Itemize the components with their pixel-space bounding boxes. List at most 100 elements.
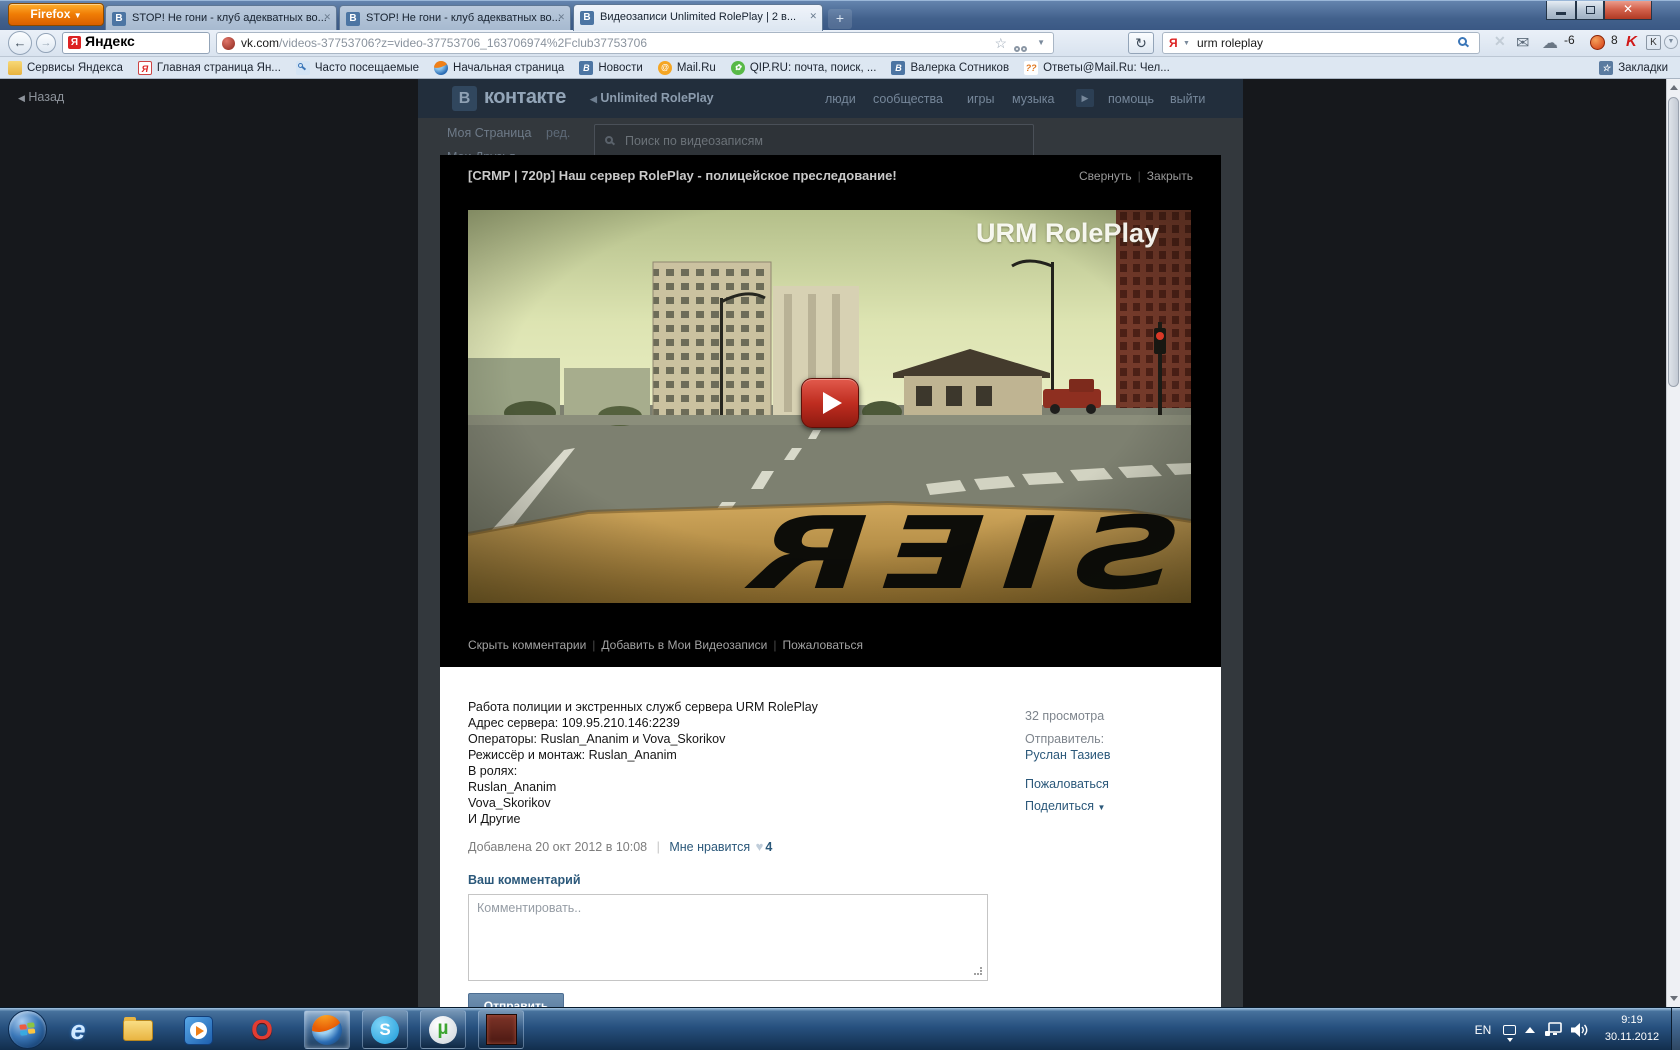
taskbar-ie-icon[interactable]: e — [60, 1012, 96, 1048]
vk-nav-games[interactable]: игры — [967, 92, 994, 106]
keyboard-layout-icon[interactable] — [1498, 1008, 1520, 1050]
chevron-left-icon: ◀ — [18, 93, 25, 103]
scrollbar-thumb[interactable] — [1668, 97, 1679, 387]
close-button[interactable]: ✕ — [1604, 1, 1652, 20]
yandex-toolbar-button[interactable]: Я Яндекс — [62, 32, 210, 54]
minimize-button[interactable] — [1546, 1, 1576, 20]
vk-nav-communities[interactable]: сообщества — [873, 92, 943, 106]
vk-nav-help[interactable]: помощь — [1108, 92, 1154, 106]
collapse-link[interactable]: Свернуть — [1079, 169, 1132, 183]
vk-nav-music[interactable]: музыка — [1012, 92, 1054, 106]
kaspersky-icon[interactable]: K — [1626, 33, 1637, 50]
new-tab-button[interactable]: + — [828, 9, 852, 29]
bookmark-mailru[interactable]: @ Mail.Ru — [657, 60, 716, 75]
like-link[interactable]: Мне нравится — [669, 840, 750, 854]
hide-comments-link[interactable]: Скрыть комментарии — [468, 638, 586, 652]
scroll-down-icon[interactable] — [1670, 996, 1678, 1001]
vk-logo-icon[interactable]: В — [452, 86, 477, 111]
report-video-link[interactable]: Пожаловаться — [1025, 777, 1109, 791]
send-comment-button[interactable]: Отправить — [468, 993, 564, 1007]
mail-envelope-icon[interactable]: ✉ — [1516, 33, 1529, 53]
bookmark-valerka[interactable]: В Валерка Сотников — [891, 60, 1009, 75]
firefox-menu-button[interactable]: Firefox ▼ — [8, 3, 104, 26]
weather-temp: -6 — [1564, 33, 1575, 47]
video-info-panel: Работа полиции и экстренных служб сервер… — [440, 667, 1221, 1007]
bookmark-otvety[interactable]: ?? Ответы@Mail.Ru: Чел... — [1024, 60, 1170, 75]
video-player[interactable]: SIER URM RolePlay — [468, 210, 1191, 603]
tab-close-icon[interactable]: ✕ — [809, 11, 817, 22]
tab-3-active[interactable]: В Видеозаписи Unlimited RolePlay | 2 в..… — [573, 4, 823, 31]
url-bar[interactable]: vk.com/videos-37753706?z=video-37753706_… — [216, 32, 1054, 54]
bookmark-start-page[interactable]: Начальная страница — [434, 60, 564, 75]
addon-close-icon[interactable]: ✕ — [1494, 33, 1506, 50]
bookmark-yandex-services[interactable]: Сервисы Яндекса — [8, 60, 123, 75]
weather-cloud-icon[interactable]: ☁ — [1542, 33, 1558, 53]
tab-close-icon[interactable]: ✕ — [557, 12, 565, 23]
yandex-glasses-icon[interactable] — [1014, 38, 1027, 53]
tab-2[interactable]: В STOP! Не гони - клуб адекватных во... … — [339, 5, 571, 31]
yandex-search-icon: Я — [1169, 36, 1178, 50]
bookmarks-menu-button[interactable]: ☆ Закладки — [1599, 60, 1668, 75]
add-to-my-videos-link[interactable]: Добавить в Мои Видеозаписи — [601, 638, 767, 652]
show-desktop-button[interactable] — [1671, 1008, 1680, 1050]
scroll-up-icon[interactable] — [1670, 85, 1678, 90]
url-dropdown-icon[interactable]: ▼ — [1037, 33, 1045, 53]
vk-nav-more-icon[interactable]: ▶ — [1076, 89, 1094, 107]
bookmark-qip[interactable]: ✿ QIP.RU: почта, поиск, ... — [730, 60, 876, 75]
bookmark-frequent[interactable]: Часто посещаемые — [295, 60, 419, 75]
network-icon[interactable] — [1540, 1008, 1566, 1050]
report-link[interactable]: Пожаловаться — [782, 638, 863, 652]
start-button[interactable] — [8, 1010, 47, 1049]
opera-addon-icon[interactable] — [1590, 35, 1605, 50]
comment-input[interactable] — [468, 894, 988, 981]
sender-link[interactable]: Руслан Тазиев — [1025, 748, 1111, 762]
like-count[interactable]: 4 — [765, 840, 772, 854]
windows-flag-icon — [19, 1022, 36, 1038]
firefox-icon — [312, 1014, 342, 1045]
taskbar-firefox-active[interactable] — [304, 1010, 350, 1049]
taskbar-mediaplayer-icon[interactable] — [180, 1012, 216, 1048]
page-viewport: В контакте ◀ Unlimited RolePlay люди соо… — [0, 79, 1680, 1007]
search-engine-caret-icon[interactable]: ▼ — [1183, 40, 1190, 47]
video-description: Работа полиции и экстренных служб сервер… — [468, 700, 818, 826]
sidebar-item-my-page[interactable]: Моя Страница — [447, 126, 531, 140]
bookmark-news[interactable]: В Новости — [579, 60, 643, 75]
comment-heading: Ваш комментарий — [468, 873, 581, 887]
forward-button[interactable]: → — [36, 33, 56, 53]
bookmark-star-icon[interactable]: ☆ — [994, 33, 1007, 53]
vk-logo-text[interactable]: контакте — [484, 86, 566, 109]
clock-date: 30.11.2012 — [1604, 1031, 1660, 1043]
textarea-resize-handle[interactable] — [974, 967, 982, 975]
hidden-icons-arrow[interactable] — [1520, 1008, 1540, 1050]
back-button[interactable]: ← — [8, 31, 32, 55]
taskbar-opera-icon[interactable]: O — [244, 1012, 280, 1048]
group-breadcrumb[interactable]: ◀ Unlimited RolePlay — [590, 91, 714, 105]
search-bar[interactable]: Я ▼ — [1162, 32, 1480, 54]
taskbar-game[interactable] — [478, 1010, 524, 1049]
language-indicator[interactable]: EN — [1468, 1008, 1498, 1050]
taskbar-skype[interactable]: S — [362, 1010, 408, 1049]
play-button[interactable] — [801, 378, 859, 428]
vk-nav-logout[interactable]: выйти — [1170, 92, 1205, 106]
layer-back-link[interactable]: ◀ Назад — [18, 90, 64, 104]
k-addon-icon[interactable]: K — [1646, 35, 1661, 50]
search-magnifier-icon[interactable] — [1458, 37, 1467, 46]
vk-nav-people[interactable]: люди — [825, 92, 856, 106]
reload-button[interactable]: ↻ — [1128, 32, 1154, 54]
share-link[interactable]: Поделиться ▼ — [1025, 799, 1105, 813]
close-layer-link[interactable]: Закрыть — [1147, 169, 1193, 183]
volume-icon[interactable] — [1566, 1008, 1592, 1050]
page-scrollbar[interactable] — [1666, 79, 1680, 1007]
sidebar-edit-link[interactable]: ред. — [546, 126, 570, 140]
taskbar-clock[interactable]: 9:19 30.11.2012 — [1596, 1012, 1668, 1048]
tab-1[interactable]: В STOP! Не гони - клуб адекватных во... … — [105, 5, 337, 31]
tab-close-icon[interactable]: ✕ — [323, 12, 331, 23]
search-input[interactable] — [1197, 34, 1437, 52]
taskbar-explorer-icon[interactable] — [120, 1012, 156, 1048]
video-search-field[interactable]: Поиск по видеозаписям — [594, 124, 1034, 158]
taskbar-utorrent[interactable]: µ — [420, 1010, 466, 1049]
toolbar-overflow-icon[interactable]: ▼ — [1664, 35, 1678, 49]
maximize-button[interactable] — [1576, 1, 1604, 20]
forward-arrow-icon: → — [40, 37, 52, 49]
bookmark-yandex-home[interactable]: Я Главная страница Ян... — [137, 60, 281, 75]
